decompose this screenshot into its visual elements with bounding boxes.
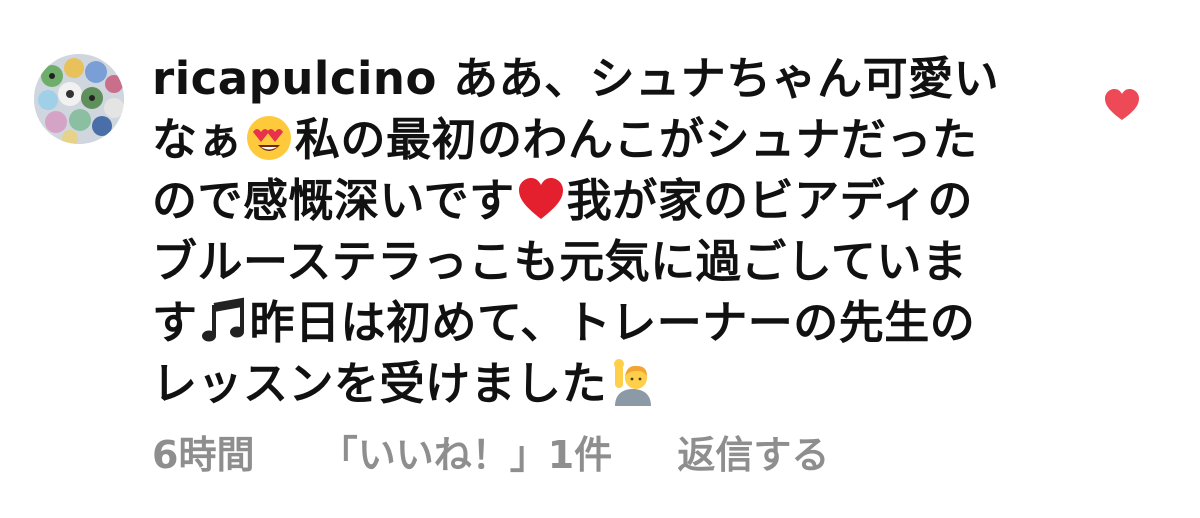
comment-line-text: 昨日は初めて、トレーナーの先生の <box>249 296 976 349</box>
comment-line-text: レッスンを受けました <box>152 357 608 410</box>
like-comment-heart-icon[interactable] <box>1104 88 1140 122</box>
comment-line-4: ブルーステラっこも元気に過ごしていま <box>152 231 1032 292</box>
comment-line-text: ブルーステラっこも元気に過ごしていま <box>152 235 968 288</box>
red-heart-icon <box>517 175 565 223</box>
comment-line-text: 私の最初のわんこがシュナだった <box>295 113 978 166</box>
musical-notes-icon <box>200 297 248 345</box>
avatar-image <box>34 54 124 144</box>
likes-count-link[interactable]: 「いいね！」1件 <box>320 430 612 480</box>
smiling-face-with-heart-eyes-icon <box>245 114 293 162</box>
avatar[interactable] <box>34 54 124 144</box>
reply-button[interactable]: 返信する <box>677 430 829 480</box>
comment-line-text: す <box>152 296 198 349</box>
comment-line-5: す昨日は初めて、トレーナーの先生の <box>152 292 1032 353</box>
comment-line-2: なぁ 私の最初のわんこがシュナだった <box>152 109 1032 170</box>
person-raising-hand-icon <box>609 358 657 406</box>
comment-line-3: ので感慨深いです 我が家のビアディの <box>152 170 1032 231</box>
comment-line-text: なぁ <box>152 113 244 166</box>
comment-text: ricapulcino ああ、シュナちゃん可愛い なぁ 私の最初のわんこがシュナだ… <box>152 48 1032 414</box>
username-link[interactable]: ricapulcino <box>152 52 437 105</box>
comment-line-6: レッスンを受けました <box>152 353 1032 414</box>
comment-line-text: ので感慨深いです <box>152 174 515 227</box>
comment-line-text: 我が家のビアディの <box>566 174 974 227</box>
comment-item: ricapulcino ああ、シュナちゃん可愛い なぁ 私の最初のわんこがシュナだ… <box>0 0 1200 518</box>
comment-meta-row: 6時間 「いいね！」1件 返信する <box>152 430 881 480</box>
comment-line-1: ricapulcino ああ、シュナちゃん可愛い <box>152 48 1032 109</box>
comment-timestamp: 6時間 <box>152 433 255 477</box>
comment-line-text: ああ、シュナちゃん可愛い <box>453 52 1000 105</box>
